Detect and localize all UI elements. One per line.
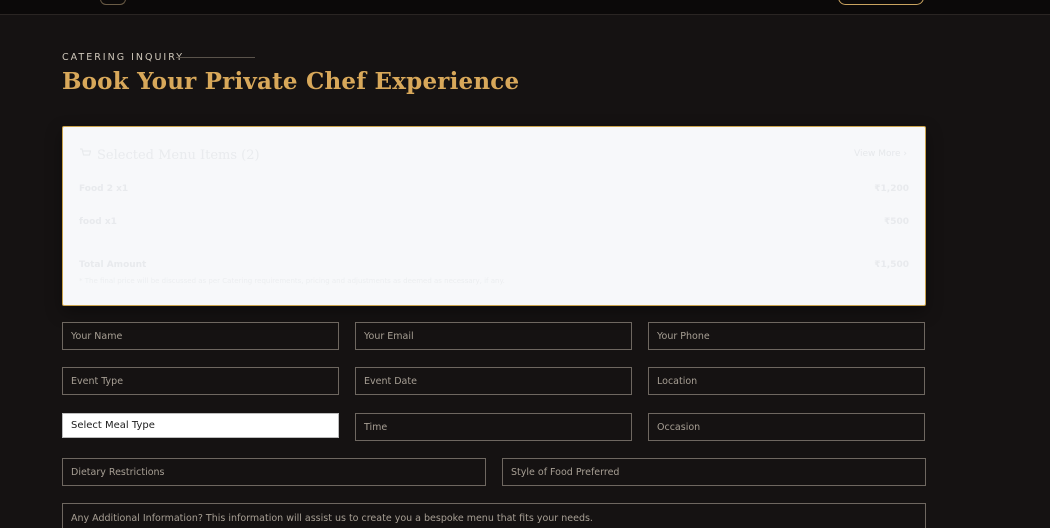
cart-item-row: food x1 ₹500 [79, 217, 909, 227]
additional-info-textarea[interactable]: Any Additional Information? This informa… [62, 503, 926, 528]
name-field[interactable]: Your Name [62, 322, 339, 350]
top-navbar [0, 0, 1050, 15]
cart-total-row: Total Amount ₹1,500 [79, 260, 909, 270]
food-style-placeholder: Style of Food Preferred [511, 466, 620, 478]
location-placeholder: Location [657, 375, 698, 387]
pricing-note: * The final price will be discussed as p… [79, 277, 505, 285]
additional-info-placeholder: Any Additional Information? This informa… [71, 513, 593, 524]
total-label: Total Amount [79, 260, 147, 270]
cart-header: Selected Menu Items (2) [79, 147, 260, 163]
food-style-field[interactable]: Style of Food Preferred [502, 458, 926, 486]
logo[interactable] [100, 0, 126, 5]
view-more-link[interactable]: View More › [854, 149, 907, 159]
page-title: Book Your Private Chef Experience [62, 68, 520, 95]
event-date-field[interactable]: Event Date [355, 367, 632, 395]
cart-item-price: ₹1,200 [874, 184, 909, 194]
email-field[interactable]: Your Email [355, 322, 632, 350]
meal-type-select[interactable]: Select Meal Type [62, 413, 339, 438]
nav-cta-button[interactable] [838, 0, 924, 5]
selected-items-card: Selected Menu Items (2) View More › Food… [62, 126, 926, 306]
event-type-field[interactable]: Event Type [62, 367, 339, 395]
event-type-placeholder: Event Type [71, 375, 124, 387]
phone-field[interactable]: Your Phone [648, 322, 925, 350]
cart-item-name: Food 2 x1 [79, 184, 129, 194]
cart-title: Selected Menu Items (2) [97, 147, 260, 163]
location-field[interactable]: Location [648, 367, 925, 395]
total-value: ₹1,500 [874, 260, 909, 270]
meal-type-value: Select Meal Type [71, 420, 155, 431]
dietary-placeholder: Dietary Restrictions [71, 466, 165, 478]
cart-item-name: food x1 [79, 217, 117, 227]
cart-item-price: ₹500 [883, 217, 909, 227]
name-placeholder: Your Name [71, 330, 123, 342]
time-placeholder: Time [364, 421, 388, 433]
email-placeholder: Your Email [364, 330, 414, 342]
dietary-restrictions-field[interactable]: Dietary Restrictions [62, 458, 486, 486]
time-field[interactable]: Time [355, 413, 632, 441]
eyebrow-divider [176, 57, 255, 58]
cart-item-row: Food 2 x1 ₹1,200 [79, 184, 909, 194]
occasion-field[interactable]: Occasion [648, 413, 925, 441]
cart-icon [79, 147, 92, 163]
occasion-placeholder: Occasion [657, 421, 701, 433]
section-eyebrow: CATERING INQUIRY [62, 52, 185, 63]
phone-placeholder: Your Phone [657, 330, 710, 342]
event-date-placeholder: Event Date [364, 375, 417, 387]
